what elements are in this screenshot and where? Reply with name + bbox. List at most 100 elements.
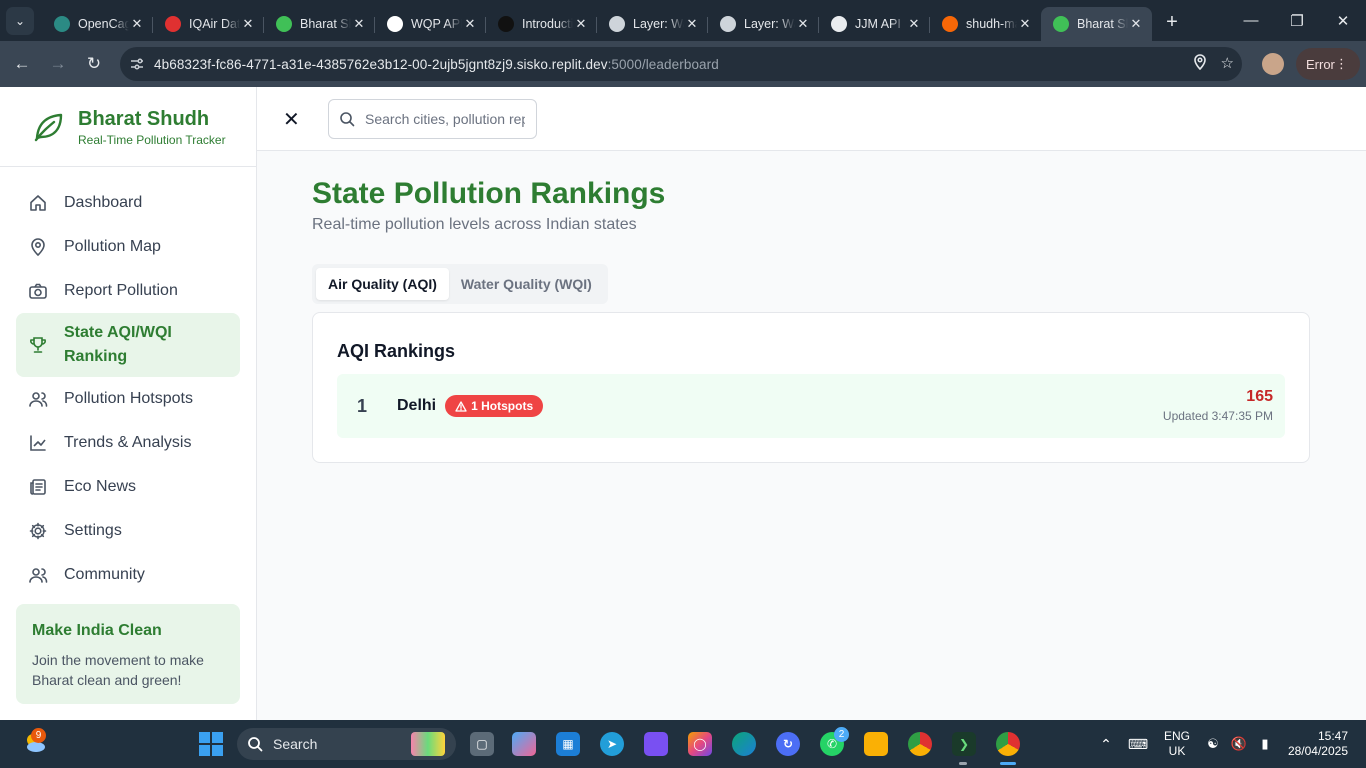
close-sidebar-icon[interactable]: ✕ — [283, 107, 300, 132]
restore-button[interactable]: ❐ — [1274, 0, 1320, 41]
sidebar-item-pollution-hotspots[interactable]: Pollution Hotspots — [16, 377, 240, 421]
browser-tab[interactable]: Bharat Shudh✕ — [264, 7, 375, 41]
tab-close-icon[interactable]: ✕ — [573, 16, 589, 32]
tab-title: Layer: Water — [633, 17, 684, 31]
browser-tab[interactable]: IQAir Data✕ — [153, 7, 264, 41]
tab-close-icon[interactable]: ✕ — [684, 16, 700, 32]
instagram-icon[interactable]: ◯ — [688, 732, 712, 756]
running-indicator — [959, 762, 967, 765]
updated-time: Updated 3:47:35 PM — [1162, 409, 1273, 423]
url-text: 4b68323f-fc86-4771-a31e-4385762e3b12-00-… — [154, 57, 719, 72]
sidebar-item-state-aqi-wqi-ranking[interactable]: State AQI/WQI Ranking — [16, 313, 240, 377]
forward-button[interactable]: → — [40, 46, 76, 82]
reload-button[interactable]: ↻ — [76, 46, 112, 82]
tab-close-icon[interactable]: ✕ — [351, 16, 367, 32]
browser-tab-strip: ⌄ OpenCage✕IQAir Data✕Bharat Shudh✕WQP A… — [0, 0, 1366, 41]
tab-search-button[interactable]: ⌄ — [6, 6, 34, 35]
clock[interactable]: 15:47 28/04/2025 — [1278, 729, 1366, 759]
clock-date: 28/04/2025 — [1287, 744, 1348, 758]
map-pin-icon — [31, 238, 45, 257]
tab-close-icon[interactable]: ✕ — [129, 16, 145, 32]
chevron-up-icon[interactable]: ⌃ — [1090, 736, 1122, 753]
browser-tab[interactable]: OpenCage✕ — [42, 7, 153, 41]
taskbar-search[interactable]: Search — [237, 728, 456, 760]
tab-close-icon[interactable]: ✕ — [462, 16, 478, 32]
minimize-button[interactable]: — — [1228, 0, 1274, 41]
brand-name: Bharat Shudh — [78, 107, 210, 130]
camera-icon — [29, 283, 47, 299]
tab-close-icon[interactable]: ✕ — [795, 16, 811, 32]
sidebar-item-trends-analysis[interactable]: Trends & Analysis — [16, 421, 240, 465]
telegram-icon[interactable]: ➤ — [600, 732, 624, 756]
location-icon[interactable] — [1193, 54, 1207, 74]
search-box[interactable] — [328, 99, 537, 139]
clipchamp-icon[interactable] — [644, 732, 668, 756]
sidebar-item-eco-news[interactable]: Eco News — [16, 465, 240, 509]
sidebar-item-label: Community — [64, 566, 145, 583]
search-input[interactable] — [365, 111, 525, 127]
volume-muted-icon[interactable]: 🔇 — [1226, 736, 1252, 752]
chart-line-icon — [30, 435, 46, 451]
close-window-button[interactable]: ✕ — [1320, 0, 1366, 41]
aqi-value: 165 — [1246, 388, 1273, 405]
store-icon[interactable]: ▦ — [556, 732, 580, 756]
language-indicator[interactable]: ENG UK — [1154, 729, 1200, 759]
sidebar-item-settings[interactable]: Settings — [16, 509, 240, 553]
tab-title: Bharat Shudh — [300, 17, 351, 31]
start-button[interactable] — [199, 732, 223, 756]
sidebar-nav: Dashboard Pollution Map Report Pollution St… — [0, 167, 256, 597]
sidebar-item-report-pollution[interactable]: Report Pollution — [16, 269, 240, 313]
wifi-icon[interactable]: ☯ — [1200, 736, 1226, 752]
tab-close-icon[interactable]: ✕ — [240, 16, 256, 32]
back-button[interactable]: ← — [4, 46, 40, 82]
tab-favicon-icon — [609, 16, 625, 32]
warning-icon — [455, 400, 467, 412]
tab-favicon-icon — [54, 16, 70, 32]
tab-close-icon[interactable]: ✕ — [1128, 16, 1144, 32]
clock-time: 15:47 — [1317, 729, 1348, 743]
tab-air-quality[interactable]: Air Quality (AQI) — [316, 268, 449, 300]
search-icon — [248, 737, 263, 752]
browser-tab[interactable]: Layer: Water✕ — [597, 7, 708, 41]
edge-icon[interactable] — [732, 732, 756, 756]
keyboard-icon[interactable]: ⌨ — [1122, 736, 1154, 753]
brand-tagline: Real-Time Pollution Tracker — [78, 132, 226, 147]
page-title: State Pollution Rankings — [312, 177, 666, 210]
sync-icon[interactable]: ↻ — [776, 732, 800, 756]
sidebar-item-dashboard[interactable]: Dashboard — [16, 181, 240, 225]
chrome-profile-icon[interactable] — [996, 732, 1020, 756]
profile-avatar[interactable] — [1262, 53, 1284, 75]
browser-tab[interactable]: Bharat Shudh✕ — [1041, 7, 1152, 41]
sidebar-item-community[interactable]: Community — [16, 553, 240, 597]
error-button[interactable]: Error ⋮ — [1296, 48, 1360, 80]
address-bar[interactable]: 4b68323f-fc86-4771-a31e-4385762e3b12-00-… — [120, 47, 1242, 81]
sidebar-item-label: Pollution Hotspots — [64, 390, 193, 407]
ranking-row[interactable]: 1 Delhi 1 Hotspots 165 Updated 3:47:35 P… — [337, 374, 1285, 438]
brand[interactable]: Bharat Shudh Real-Time Pollution Tracker — [0, 87, 256, 167]
site-info-icon[interactable] — [120, 56, 154, 72]
browser-tab[interactable]: JJM API ✕ — [819, 7, 930, 41]
browser-tab[interactable]: WQP API ✕ — [375, 7, 486, 41]
sidebar-item-pollution-map[interactable]: Pollution Map — [16, 225, 240, 269]
rank-number: 1 — [357, 395, 368, 416]
tab-list: OpenCage✕IQAir Data✕Bharat Shudh✕WQP API… — [42, 0, 1152, 41]
file-explorer-icon[interactable] — [864, 732, 888, 756]
sidebar-item-label: Pollution Map — [64, 238, 161, 255]
copilot-icon[interactable] — [512, 732, 536, 756]
browser-tab[interactable]: shudh-main✕ — [930, 7, 1041, 41]
new-tab-button[interactable]: + — [1158, 9, 1186, 37]
browser-tab[interactable]: Layer: Water✕ — [708, 7, 819, 41]
tab-close-icon[interactable]: ✕ — [906, 16, 922, 32]
active-indicator — [1000, 762, 1016, 765]
chrome-icon[interactable] — [908, 732, 932, 756]
tab-close-icon[interactable]: ✕ — [1017, 16, 1033, 32]
task-view-icon[interactable]: ▢ — [470, 732, 494, 756]
gear-icon — [29, 522, 47, 540]
tab-water-quality[interactable]: Water Quality (WQI) — [449, 268, 604, 300]
browser-tab[interactable]: Introduction✕ — [486, 7, 597, 41]
hotspot-count: 1 Hotspots — [471, 399, 534, 413]
users-icon — [29, 392, 48, 407]
bookmark-star-icon[interactable]: ☆ — [1221, 54, 1234, 74]
battery-icon[interactable]: ▮ — [1252, 736, 1278, 752]
terminal-icon[interactable]: ❯ — [952, 732, 976, 756]
